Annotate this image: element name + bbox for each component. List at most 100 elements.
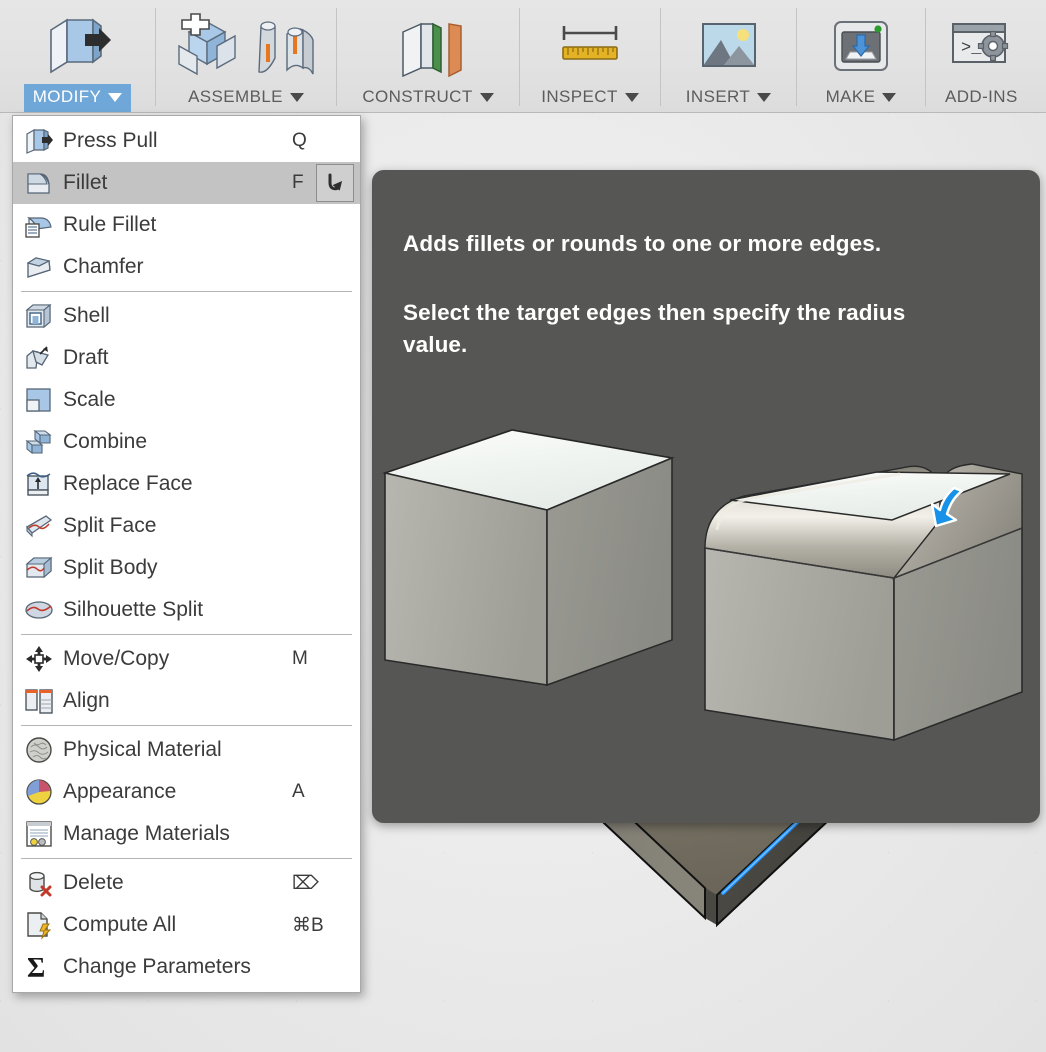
menu-separator: [21, 291, 352, 292]
manage-materials-icon: [24, 819, 54, 849]
modify-push-face-icon[interactable]: [41, 12, 115, 80]
menu-item-align[interactable]: Align: [13, 680, 360, 722]
construct-icons[interactable]: [389, 0, 467, 84]
appearance-icon: [24, 777, 54, 807]
menu-item-label: Appearance: [63, 780, 177, 803]
modify-dropdown-menu[interactable]: Press Pull Q Fillet F Rule Fillet Chamfe…: [12, 115, 361, 993]
split-face-icon: [24, 511, 54, 541]
menu-item-shortcut: Q: [292, 130, 307, 151]
assemble-icons[interactable]: [171, 0, 321, 84]
toolbar-group-insert[interactable]: INSERT: [661, 0, 796, 112]
menu-item-compute-all[interactable]: Compute All ⌘B: [13, 904, 360, 946]
menu-item-label: Shell: [63, 304, 110, 327]
menu-item-split-body[interactable]: Split Body: [13, 547, 360, 589]
add-ins-icons[interactable]: >_: [947, 0, 1015, 84]
toolbar-group-assemble[interactable]: ASSEMBLE: [156, 0, 336, 112]
recent-arrow-icon[interactable]: [316, 164, 354, 202]
menu-item-shortcut: ⌘B: [292, 914, 324, 936]
menu-item-label: Physical Material: [63, 738, 222, 761]
combine-icon: [24, 427, 54, 457]
menu-item-move-copy[interactable]: Move/Copy M: [13, 638, 360, 680]
toolbar-modify-label: MODIFY: [32, 87, 102, 106]
tooltip-spacer: [403, 260, 1010, 297]
menu-item-fillet[interactable]: Fillet F: [13, 162, 360, 204]
menu-item-split-face[interactable]: Split Face: [13, 505, 360, 547]
silhouette-split-icon: [24, 595, 54, 625]
toolbar-modify-button[interactable]: MODIFY: [23, 84, 132, 112]
chevron-down-icon: [289, 92, 304, 102]
menu-separator: [21, 858, 352, 859]
cube-after-fillet: [704, 463, 1023, 742]
toolbar-construct-button[interactable]: CONSTRUCT: [353, 84, 502, 112]
insert-icons[interactable]: [695, 0, 763, 84]
toolbar-assemble-label: ASSEMBLE: [188, 87, 283, 106]
toolbar-insert-button[interactable]: INSERT: [677, 84, 780, 112]
menu-item-draft[interactable]: Draft: [13, 337, 360, 379]
menu-item-press-pull[interactable]: Press Pull Q: [13, 120, 360, 162]
menu-item-label: Move/Copy: [63, 647, 170, 670]
menu-item-label: Replace Face: [63, 472, 193, 495]
chevron-down-icon: [757, 92, 772, 102]
ribbon-toolbar[interactable]: MODIFY ASSEMBLE CONSTRUCT INSPECT INSERT…: [0, 0, 1046, 113]
toolbar-construct-label: CONSTRUCT: [362, 87, 473, 106]
toolbar-add-ins-label: ADD-INS: [945, 87, 1018, 106]
menu-item-label: Compute All: [63, 913, 177, 936]
toolbar-group-make[interactable]: MAKE: [797, 0, 925, 112]
toolbar-inspect-label: INSPECT: [541, 87, 618, 106]
menu-item-rule-fillet[interactable]: Rule Fillet: [13, 204, 360, 246]
tooltip-panel: Adds fillets or rounds to one or more ed…: [372, 170, 1040, 823]
toolbar-group-modify[interactable]: MODIFY: [0, 0, 155, 112]
insert-image-icon[interactable]: [695, 12, 763, 80]
menu-item-label: Change Parameters: [63, 955, 251, 978]
menu-item-physical-material[interactable]: Physical Material: [13, 729, 360, 771]
menu-item-label: Rule Fillet: [63, 213, 157, 236]
assemble-joint-icon[interactable]: [249, 12, 321, 80]
menu-item-change-parameters[interactable]: Σ Change Parameters: [13, 946, 360, 988]
toolbar-group-construct[interactable]: CONSTRUCT: [337, 0, 519, 112]
menu-item-shell[interactable]: Shell: [13, 295, 360, 337]
modify-icons[interactable]: [41, 0, 115, 84]
menu-item-silhouette-split[interactable]: Silhouette Split: [13, 589, 360, 631]
chevron-down-icon: [882, 92, 897, 102]
menu-item-delete[interactable]: Delete ⌦: [13, 862, 360, 904]
make-3d-print-icon[interactable]: [828, 12, 894, 80]
cube-before-fillet: [382, 429, 675, 687]
menu-item-label: Manage Materials: [63, 822, 230, 845]
menu-item-manage-materials[interactable]: Manage Materials: [13, 813, 360, 855]
menu-item-combine[interactable]: Combine: [13, 421, 360, 463]
toolbar-make-button[interactable]: MAKE: [817, 84, 906, 112]
menu-item-scale[interactable]: Scale: [13, 379, 360, 421]
assemble-new-component-icon[interactable]: [171, 12, 243, 80]
tooltip-illustration-fillet: [382, 429, 1023, 742]
construct-offset-plane-icon[interactable]: [389, 12, 467, 80]
menu-item-chamfer[interactable]: Chamfer: [13, 246, 360, 288]
fillet-icon: [24, 168, 54, 198]
delete-icon: [24, 868, 54, 898]
make-icons[interactable]: [828, 0, 894, 84]
press-pull-icon: [24, 126, 54, 156]
toolbar-assemble-button[interactable]: ASSEMBLE: [179, 84, 313, 112]
menu-item-label: Press Pull: [63, 129, 158, 152]
menu-item-label: Align: [63, 689, 110, 712]
toolbar-group-add-ins[interactable]: >_ ADD-INS: [926, 0, 1037, 112]
toolbar-inspect-button[interactable]: INSPECT: [532, 84, 647, 112]
inspect-icons[interactable]: [555, 0, 625, 84]
toolbar-add-ins-button[interactable]: ADD-INS: [936, 84, 1027, 112]
physical-material-icon: [24, 735, 54, 765]
toolbar-group-inspect[interactable]: INSPECT: [520, 0, 660, 112]
sigma-icon: Σ: [24, 952, 54, 984]
menu-item-label: Draft: [63, 346, 109, 369]
menu-item-shortcut: M: [292, 648, 308, 669]
chevron-down-icon: [479, 92, 494, 102]
inspect-measure-icon[interactable]: [555, 12, 625, 80]
menu-item-appearance[interactable]: Appearance A: [13, 771, 360, 813]
menu-item-label: Split Body: [63, 556, 158, 579]
menu-item-replace-face[interactable]: Replace Face: [13, 463, 360, 505]
toolbar-make-label: MAKE: [825, 87, 876, 106]
add-ins-script-icon[interactable]: >_: [947, 12, 1015, 80]
menu-item-label: Scale: [63, 388, 116, 411]
menu-separator: [21, 725, 352, 726]
rule-fillet-icon: [24, 210, 54, 240]
split-body-icon: [24, 553, 54, 583]
menu-item-shortcut: A: [292, 781, 305, 802]
